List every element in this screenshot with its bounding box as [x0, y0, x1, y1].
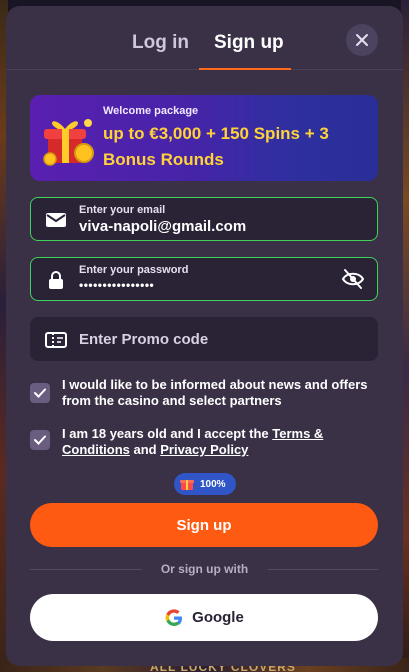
divider-line-right — [268, 569, 378, 570]
promo-code-field[interactable]: Enter Promo code — [30, 317, 378, 361]
gift-icon — [43, 119, 94, 166]
banner-title: up to €3,000 + 150 Spins + 3 Bonus Round… — [103, 124, 329, 169]
email-label: Enter your email — [79, 204, 166, 216]
eye-slash-icon[interactable] — [341, 268, 365, 290]
promo-placeholder: Enter Promo code — [79, 331, 209, 348]
consent-age-text: I am 18 years old and I accept the Terms… — [62, 426, 380, 458]
google-icon — [165, 608, 183, 626]
email-value: viva-napoli@gmail.com — [79, 218, 247, 235]
consent-age-row: I am 18 years old and I accept the Terms… — [30, 426, 380, 460]
lock-icon — [49, 271, 63, 289]
consent-age-and: and — [129, 442, 161, 457]
checkmark-icon — [34, 388, 46, 398]
consent-news-text: I would like to be informed about news a… — [62, 377, 368, 408]
close-button[interactable] — [346, 24, 378, 56]
consent-news-row: I would like to be informed about news a… — [30, 377, 380, 411]
consent-age-checkbox[interactable] — [30, 430, 50, 450]
envelope-icon — [46, 213, 66, 227]
bonus-progress-badge: 100% — [174, 473, 236, 495]
google-label: Google — [192, 609, 244, 626]
tab-signup[interactable]: Sign up — [214, 32, 284, 54]
checkmark-icon — [34, 435, 46, 445]
welcome-package-banner[interactable]: Welcome package up to €3,000 + 150 Spins… — [30, 95, 378, 181]
password-value: •••••••••••••••• — [79, 278, 155, 292]
consent-age-prefix: I am 18 years old and I accept the — [62, 426, 273, 441]
bonus-progress-label: 100% — [200, 478, 226, 490]
auth-tabs: Log in Sign up — [6, 6, 403, 70]
consent-news-checkbox[interactable] — [30, 383, 50, 403]
password-label: Enter your password — [79, 264, 189, 276]
gift-icon — [180, 480, 194, 490]
signup-modal: Log in Sign up Welcome package up to €3,… — [6, 6, 403, 666]
coupon-icon — [45, 332, 67, 348]
active-tab-indicator — [199, 68, 291, 70]
privacy-link[interactable]: Privacy Policy — [160, 442, 248, 457]
google-signup-button[interactable]: Google — [30, 594, 378, 641]
tab-login[interactable]: Log in — [132, 32, 189, 54]
email-field[interactable]: Enter your email viva-napoli@gmail.com — [30, 197, 378, 241]
password-field[interactable]: Enter your password •••••••••••••••• — [30, 257, 378, 301]
close-icon — [356, 34, 368, 46]
banner-kicker: Welcome package — [103, 105, 199, 117]
signup-button[interactable]: Sign up — [30, 503, 378, 547]
